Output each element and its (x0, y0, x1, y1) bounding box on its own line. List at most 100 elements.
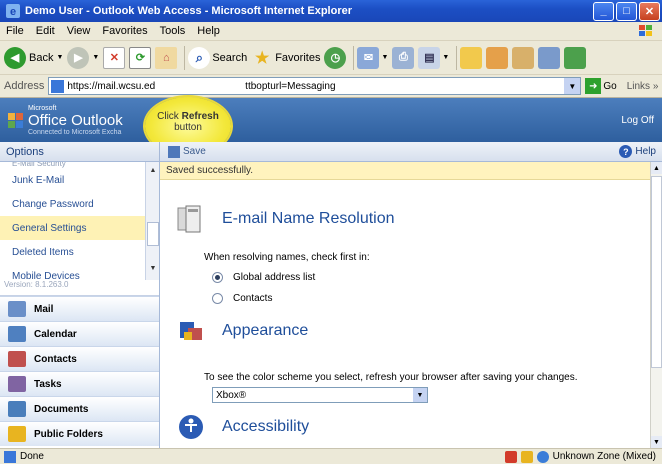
options-scrollbar[interactable]: ▲ ▼ (145, 162, 159, 280)
options-item-deleted-items[interactable]: Deleted Items (0, 240, 159, 264)
brand-sub: Connected to Microsoft Excha (28, 128, 122, 136)
edit-button[interactable]: ▤ ▼ (418, 46, 450, 69)
scroll-thumb[interactable] (147, 222, 159, 246)
menu-tools[interactable]: Tools (154, 25, 192, 37)
toolbar-separator (456, 45, 458, 70)
home-button[interactable]: ⌂ (155, 46, 178, 69)
color-scheme-select[interactable]: Xbox® ▼ (212, 387, 428, 403)
svg-text:e: e (10, 6, 16, 18)
chevron-down-icon[interactable]: ▼ (413, 388, 427, 402)
module-documents[interactable]: Documents (0, 396, 159, 421)
close-button[interactable]: ✕ (639, 1, 660, 21)
options-list: E-Mail Security Junk E-Mail Change Passw… (0, 162, 159, 280)
module-public-folders[interactable]: Public Folders (0, 421, 159, 446)
favorites-star-icon: ★ (255, 49, 270, 67)
menu-favorites[interactable]: Favorites (96, 25, 153, 37)
browser-toolbar: ◀ Back ▼ ▶ ▼ ✕ ⟳ ⌂ ⌕ Search ★ Favorites … (0, 41, 662, 75)
radio-button[interactable] (212, 293, 223, 304)
history-button[interactable]: ◷ (324, 46, 347, 69)
main-scrollbar[interactable]: ▲ ▼ (650, 162, 662, 448)
brand-small: Microsoft (28, 104, 57, 112)
search-button[interactable]: ⌕ Search (188, 46, 248, 69)
left-navigation: Options E-Mail Security Junk E-Mail Chan… (0, 142, 160, 448)
options-item-change-password[interactable]: Change Password (0, 192, 159, 216)
scroll-up-icon[interactable]: ▲ (147, 164, 159, 176)
public-folders-icon (8, 426, 26, 442)
back-button[interactable]: ◀ Back ▼ (4, 46, 63, 69)
help-button[interactable]: ? Help (619, 145, 656, 158)
module-contacts[interactable]: Contacts (0, 346, 159, 371)
mail-button[interactable]: ✉ ▼ (357, 46, 388, 69)
logoff-link[interactable]: Log Off (621, 115, 654, 126)
refresh-button[interactable]: ⟳ (129, 46, 152, 69)
version-text: Version: 8.1.263.0 (0, 280, 159, 296)
scroll-thumb[interactable] (651, 176, 662, 368)
menu-file[interactable]: File (0, 25, 30, 37)
radio-label: Contacts (233, 293, 273, 304)
module-tasks[interactable]: Tasks (0, 371, 159, 396)
radio-global-address-list[interactable]: Global address list (212, 272, 315, 283)
toolbar-separator (353, 45, 355, 70)
bookshelf-button[interactable] (538, 46, 561, 69)
address-book-icon (177, 205, 201, 233)
window-title: Demo User - Outlook Web Access - Microso… (25, 5, 353, 17)
maximize-button[interactable]: □ (616, 1, 637, 21)
menu-help[interactable]: Help (191, 25, 226, 37)
address-url: https://mail.wcsu.ed (67, 80, 156, 92)
options-item-junk-email[interactable]: Junk E-Mail (0, 168, 159, 192)
edit-page-icon: ▤ (418, 46, 441, 69)
favorites-button[interactable]: ★ Favorites (251, 47, 320, 69)
zone-label: Unknown Zone (Mixed) (552, 451, 656, 462)
save-button[interactable]: Save (183, 146, 206, 157)
status-done: Done (0, 450, 44, 463)
main-toolbar: Save ? Help (160, 142, 662, 162)
module-label: Calendar (34, 328, 77, 340)
menu-edit[interactable]: Edit (30, 25, 61, 37)
scroll-down-icon[interactable]: ▼ (651, 436, 662, 448)
research-button[interactable] (512, 46, 535, 69)
forward-button[interactable]: ▶ ▼ (67, 46, 100, 69)
go-button[interactable]: ➜ Go (585, 78, 617, 94)
edit-dropdown-icon: ▼ (442, 54, 450, 61)
status-zone: Unknown Zone (Mixed) (501, 450, 656, 463)
security-warning-icon (504, 450, 517, 463)
settings-content: E-mail Name Resolution When resolving na… (160, 180, 650, 448)
radio-label: Global address list (233, 272, 316, 283)
address-dropdown-icon[interactable]: ▼ (564, 78, 581, 94)
print-button[interactable]: ⎙ (392, 46, 415, 69)
appearance-section: Appearance (174, 316, 308, 346)
menu-view[interactable]: View (61, 25, 97, 37)
options-item-general-settings[interactable]: General Settings (0, 216, 159, 240)
module-mail[interactable]: Mail (0, 296, 159, 321)
scroll-up-icon[interactable]: ▲ (651, 162, 662, 174)
page-icon (51, 79, 65, 93)
status-bar: Done Unknown Zone (Mixed) (0, 448, 662, 464)
options-item-mobile-devices[interactable]: Mobile Devices (0, 264, 159, 281)
address-label: Address (4, 80, 45, 92)
tasks-icon (8, 376, 26, 392)
color-scheme-value: Xbox® (216, 389, 247, 401)
scroll-down-icon[interactable]: ▼ (147, 262, 159, 274)
radio-contacts[interactable]: Contacts (212, 293, 272, 304)
main-panel: Save ? Help Saved successfully. E-mail N… (160, 142, 662, 448)
save-icon (168, 145, 180, 158)
minimize-button[interactable]: _ (593, 1, 614, 21)
stop-button[interactable]: ✕ (103, 46, 126, 69)
discuss-button[interactable] (486, 46, 509, 69)
discuss-icon (486, 46, 509, 69)
folder-button[interactable] (460, 46, 483, 69)
forward-dropdown-icon: ▼ (92, 54, 100, 61)
address-input[interactable]: https://mail.wcsu.ed ttbopturl=Messaging… (48, 77, 582, 95)
links-button[interactable]: Links » (627, 81, 659, 92)
lock-icon (520, 450, 533, 463)
mail-toolbar-icon: ✉ (357, 46, 380, 69)
address-bar: Address https://mail.wcsu.ed ttbopturl=M… (0, 75, 662, 98)
messenger-button[interactable] (564, 46, 587, 69)
email-resolution-heading: E-mail Name Resolution (222, 210, 395, 227)
callout-prefix: Click (157, 111, 182, 122)
appearance-text: To see the color scheme you select, refr… (204, 372, 578, 383)
module-calendar[interactable]: Calendar (0, 321, 159, 346)
search-label: Search (212, 51, 248, 64)
module-label: Documents (34, 403, 89, 415)
radio-button-checked[interactable] (212, 272, 223, 283)
